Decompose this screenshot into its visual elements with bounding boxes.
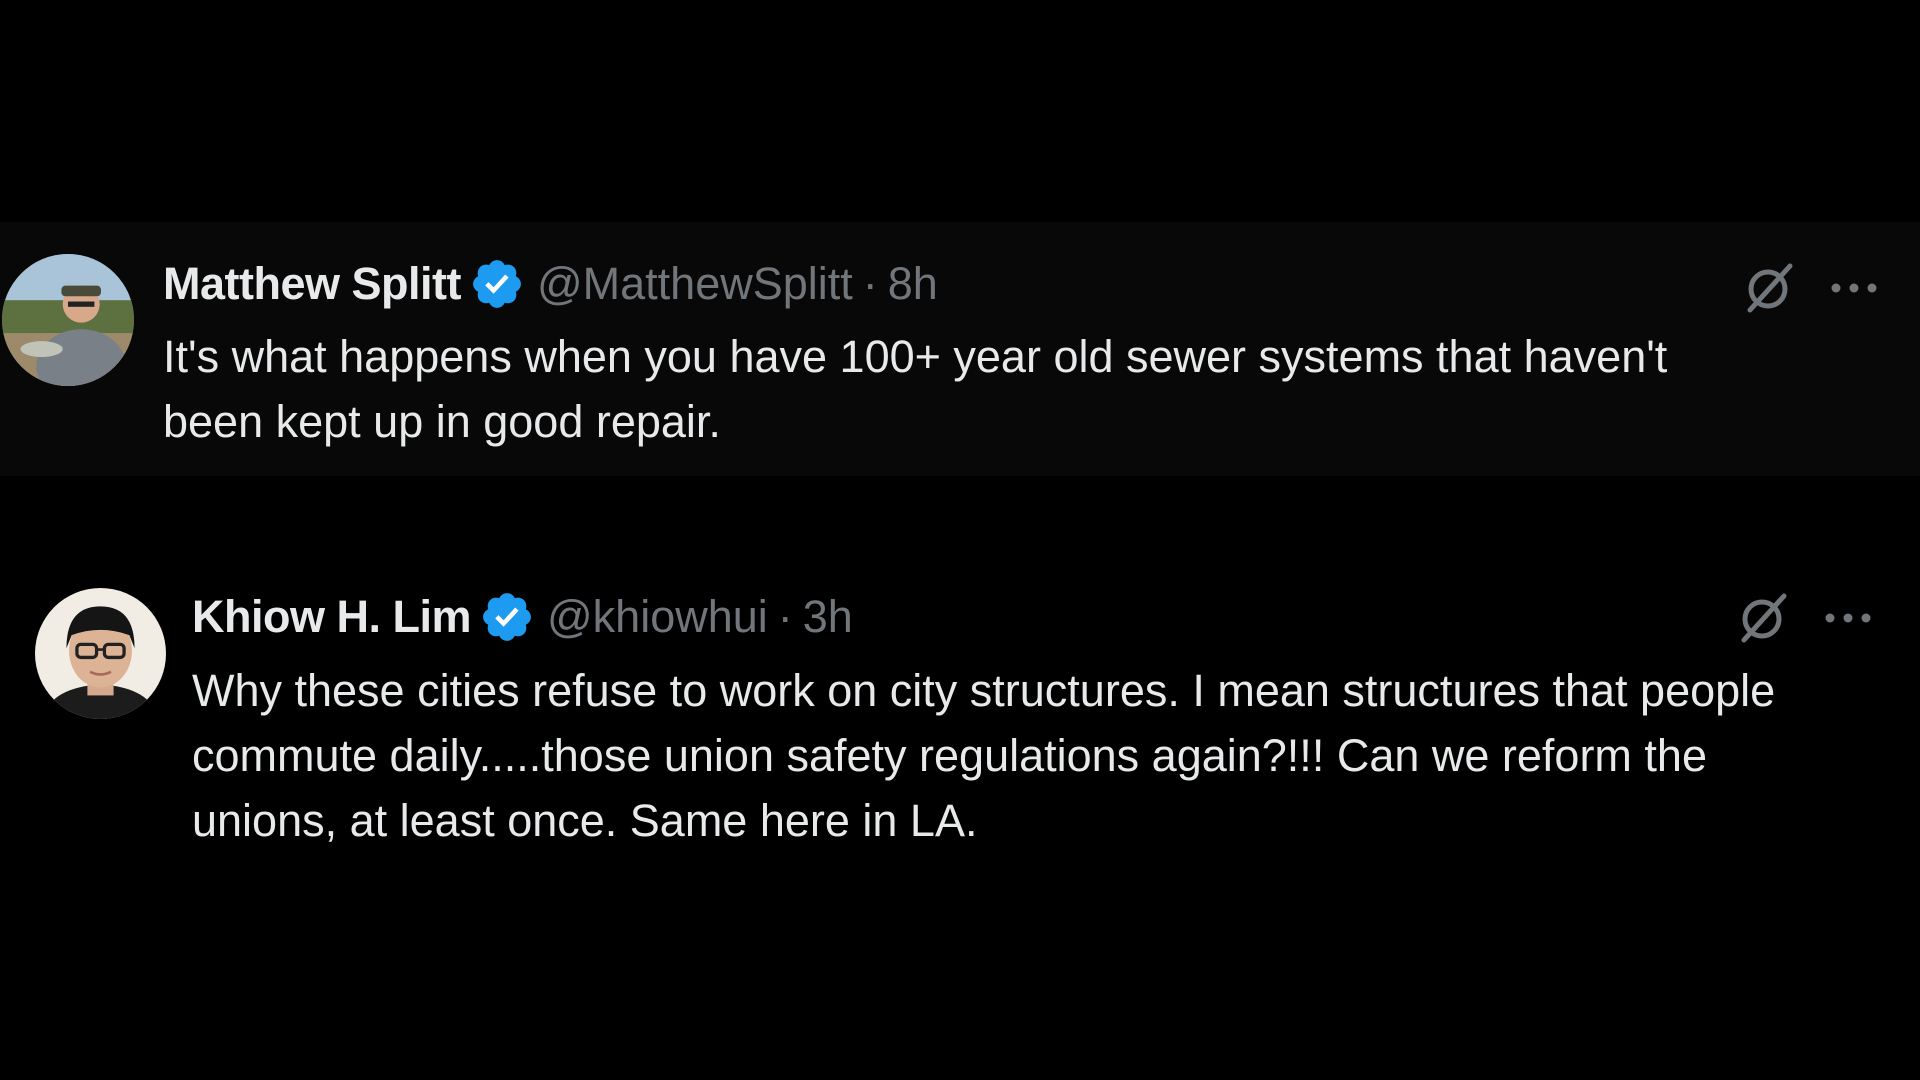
avatar[interactable] <box>2 254 134 386</box>
more-options-icon[interactable] <box>1826 258 1882 318</box>
display-name[interactable]: Matthew Splitt <box>163 258 461 310</box>
avatar[interactable] <box>35 588 166 719</box>
tweet-actions <box>1740 258 1882 318</box>
separator-dot: · <box>862 258 878 309</box>
avatar-image <box>35 588 166 719</box>
tweet-actions <box>1734 588 1876 648</box>
tweet-text: It's what happens when you have 100+ yea… <box>163 331 1668 447</box>
user-handle[interactable]: @khiowhui <box>547 591 768 643</box>
tweet-reply-2[interactable]: Khiow H. Lim @khiowhui · 3h Why these ci… <box>0 560 1920 860</box>
more-options-icon[interactable] <box>1820 588 1876 648</box>
grok-icon[interactable] <box>1740 258 1800 318</box>
grok-icon[interactable] <box>1734 588 1794 648</box>
tweet-header: Matthew Splitt @MatthewSplitt · 8h <box>163 254 938 314</box>
timestamp[interactable]: 3h <box>803 591 853 643</box>
separator-dot: · <box>777 591 793 642</box>
display-name[interactable]: Khiow H. Lim <box>192 591 472 643</box>
avatar-image <box>2 254 134 386</box>
verified-badge-icon <box>479 589 535 645</box>
tweet-reply-1[interactable]: Matthew Splitt @MatthewSplitt · 8h It's … <box>0 222 1920 476</box>
verified-badge-icon <box>469 256 525 312</box>
tweet-text: Why these cities refuse to work on city … <box>192 665 1776 846</box>
screen: Matthew Splitt @MatthewSplitt · 8h It's … <box>0 0 1920 1080</box>
timestamp[interactable]: 8h <box>888 258 938 310</box>
user-handle[interactable]: @MatthewSplitt <box>537 258 853 310</box>
tweet-header: Khiow H. Lim @khiowhui · 3h <box>192 587 853 647</box>
